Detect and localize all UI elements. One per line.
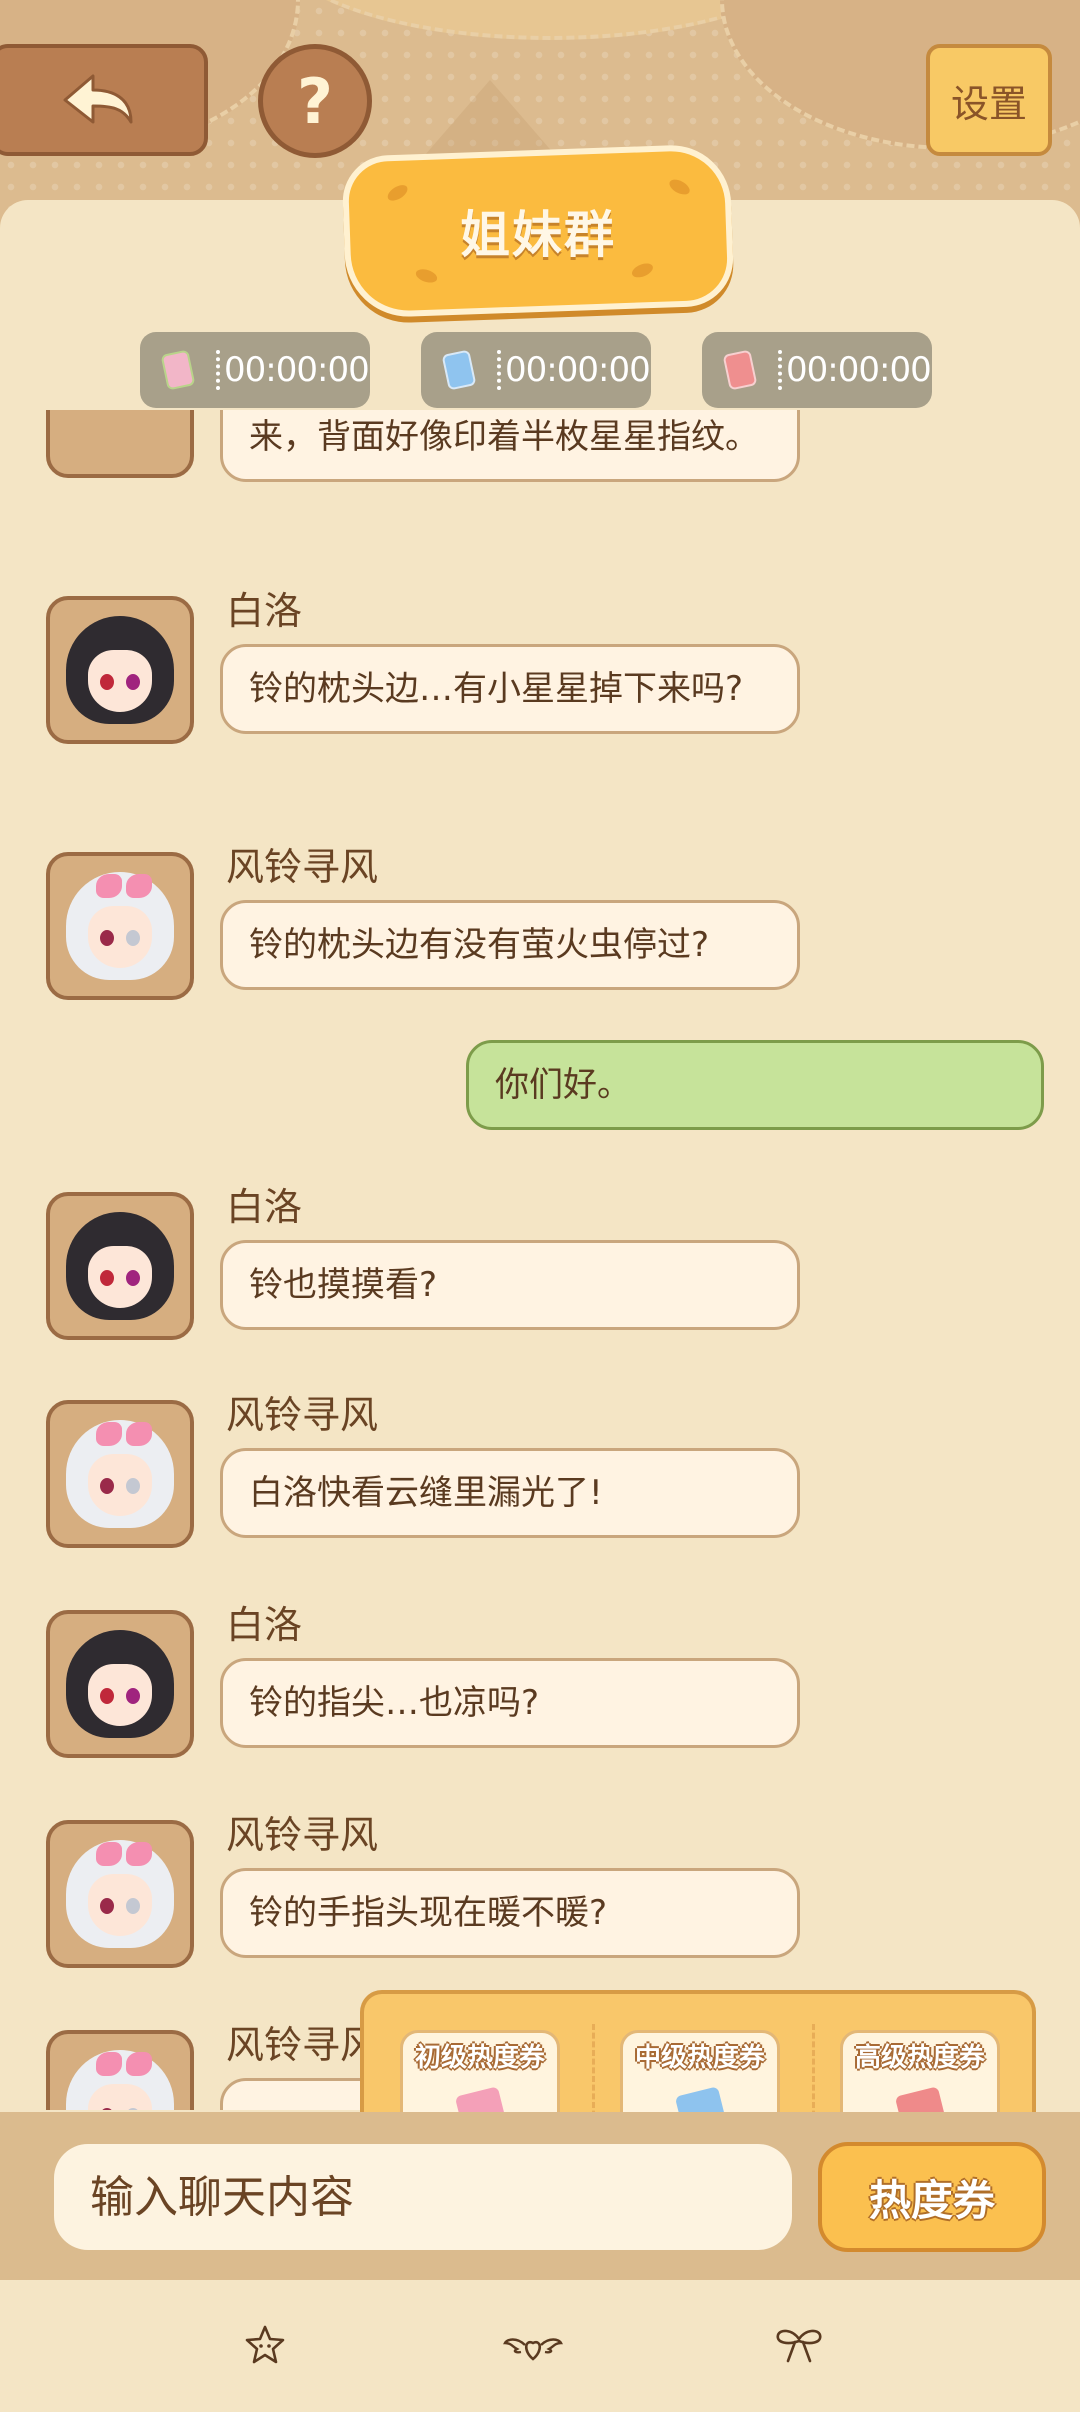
timer-value: 00:00:00 (505, 350, 651, 390)
sender-name: 风铃寻风 (226, 2023, 379, 2067)
timer-separator (216, 350, 220, 390)
avatar[interactable] (46, 1400, 194, 1548)
leaf-decoration (385, 181, 411, 204)
timer-value: 00:00:00 (224, 350, 370, 390)
message-text: 铃的指尖…也凉吗? (249, 1683, 540, 1723)
avatar-fenglingxunfeng (66, 872, 174, 980)
help-icon: ? (297, 64, 333, 138)
timer-separator (497, 350, 501, 390)
message-bubble[interactable]: 白洛快看云缝里漏光了! (220, 1448, 800, 1538)
message-text: 白洛快看云缝里漏光了! (249, 1473, 603, 1513)
avatar-bailuo (66, 1630, 174, 1738)
nav-bow[interactable] (764, 2310, 834, 2380)
star-face-icon (245, 2325, 285, 2364)
coupon-label: 高级热度券 (854, 2042, 985, 2073)
message-text: 铃的手指头现在暖不暖? (249, 1893, 608, 1933)
message-bubble[interactable]: 铃的枕头边…有小星星掉下来吗? (220, 644, 800, 734)
bottom-nav (0, 2280, 1080, 2412)
avatar[interactable] (46, 1610, 194, 1758)
sender-name: 风铃寻风 (226, 1813, 379, 1857)
message-bubble[interactable]: 铃的指尖…也凉吗? (220, 1658, 800, 1748)
coupon-button-label: 热度券 (868, 2175, 995, 2225)
sender-name: 风铃寻风 (226, 845, 379, 889)
coupon-button[interactable]: 热度券 (818, 2142, 1046, 2252)
avatar-fenglingxunfeng (66, 1840, 174, 1948)
settings-label: 设置 (950, 81, 1027, 126)
avatar[interactable] (46, 852, 194, 1000)
avatar[interactable] (46, 410, 194, 478)
chat-input[interactable] (54, 2144, 792, 2250)
avatar[interactable] (46, 1192, 194, 1340)
avatar-fenglingxunfeng (66, 2050, 174, 2110)
sender-name: 白洛 (226, 1603, 303, 1647)
message-text: 铃的枕头边有没有萤火虫停过? (249, 925, 710, 965)
red-coupon-icon (702, 332, 778, 408)
back-button[interactable] (0, 44, 208, 156)
timer-value: 00:00:00 (786, 350, 932, 390)
help-button[interactable]: ? (258, 44, 372, 158)
group-title-badge: 姐妹群 (341, 143, 735, 319)
message-bubble[interactable]: 铃也摸摸看? (220, 1240, 800, 1330)
avatar-fenglingxunfeng (66, 1420, 174, 1528)
leaf-decoration (629, 260, 655, 281)
message-text: 你们好。 (495, 1065, 631, 1105)
message-bubble[interactable]: 铃的手指头现在暖不暖? (220, 1868, 800, 1958)
message-text: 铃的枕头边…有小星星掉下来吗? (249, 669, 744, 709)
avatar-bailuo (66, 1212, 174, 1320)
avatar[interactable] (46, 2030, 194, 2110)
sender-name: 风铃寻风 (226, 1393, 379, 1437)
settings-button[interactable]: 设置 (926, 44, 1052, 156)
avatar[interactable] (46, 596, 194, 744)
coupon-timer-2: 00:00:00 (421, 332, 651, 408)
winged-heart-icon (503, 2338, 563, 2361)
message-bubble[interactable]: 铃的枕头边有没有萤火虫停过? (220, 900, 800, 990)
nav-heart[interactable] (498, 2310, 568, 2380)
message-bubble[interactable]: 来，背面好像印着半枚星星指纹。 (220, 410, 800, 482)
coupon-selector-panel: 初级热度券 中级热度券 高级热度券 (360, 1990, 1036, 2130)
coupon-label: 中级热度券 (634, 2042, 765, 2073)
message-text: 来，背面好像印着半枚星星指纹。 (249, 417, 759, 457)
back-arrow-icon (63, 74, 133, 124)
message-list[interactable]: 来，背面好像印着半枚星星指纹。 白洛 铃的枕头边…有小星星掉下来吗? 风铃寻风 … (0, 410, 1080, 2110)
sender-name: 白洛 (226, 589, 303, 633)
message-bubble-self[interactable]: 你们好。 (466, 1040, 1044, 1130)
coupon-timer-3: 00:00:00 (702, 332, 932, 408)
blue-coupon-icon (421, 332, 497, 408)
group-title: 姐妹群 (460, 206, 616, 264)
message-text: 铃也摸摸看? (249, 1265, 438, 1305)
coupon-timer-1: 00:00:00 (140, 332, 370, 408)
leaf-decoration (414, 266, 439, 286)
bow-icon (776, 2329, 822, 2363)
leaf-decoration (667, 176, 693, 198)
avatar[interactable] (46, 1820, 194, 1968)
nav-star[interactable] (230, 2310, 300, 2380)
input-bar: 热度券 (0, 2112, 1080, 2280)
green-coupon-icon (140, 332, 216, 408)
sender-name: 白洛 (226, 1185, 303, 1229)
coupon-label: 初级热度券 (414, 2042, 545, 2073)
avatar-bailuo (66, 616, 174, 724)
timer-separator (778, 350, 782, 390)
